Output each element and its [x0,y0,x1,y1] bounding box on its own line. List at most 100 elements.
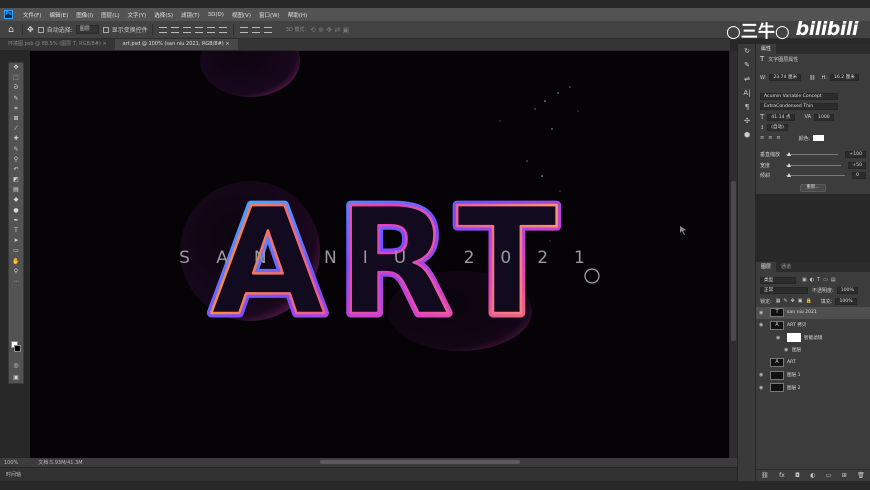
filter-icons[interactable]: ▣◐T▭▤ [802,277,839,283]
distribute-v-icon[interactable] [263,26,272,33]
eraser-icon[interactable]: ◩ [9,175,23,185]
width-slider-field[interactable]: +50 [848,161,866,169]
3d-icon[interactable]: ⬢ [738,128,756,142]
font-size-field[interactable]: 41.14 点 [767,113,795,121]
horizontal-scrollbar[interactable] [320,460,520,464]
distribute-icon[interactable] [239,26,248,33]
glyph-icon[interactable]: ✣ [738,114,756,128]
tab-art[interactable]: art.psd @ 100% (san niu 2021, RGB/8#) × [114,39,238,50]
3d-rotate-icon[interactable]: ⟲ ⊕ ✥ ⇄ ▣ [310,26,349,34]
gradient-icon[interactable]: ▤ [9,185,23,195]
paragraph-icon[interactable]: ¶ [738,100,756,114]
history-brush-icon[interactable]: ↶ [9,165,23,175]
scroll-thumb[interactable] [731,181,736,341]
crop-icon[interactable]: ⌗ [9,104,23,114]
hand-icon[interactable]: ✋ [9,257,23,267]
menu-window[interactable]: 窗口(W) [255,11,284,19]
tab-environment[interactable]: 环境图.psb @ 88.5% (图层 7, RGB/8#) × [0,39,115,50]
visibility-eye-icon[interactable]: ◉ [759,310,767,316]
tab-channels[interactable]: 通道 [776,262,796,272]
menu-layer[interactable]: 图层(L) [97,11,123,19]
layer-row[interactable]: ◉ 图层 [756,344,870,357]
layer-row[interactable]: ◉ 图层 2 [756,382,870,395]
align-center-icon[interactable] [206,26,215,33]
slider-knob[interactable] [787,173,791,178]
menu-select[interactable]: 选择(S) [150,11,177,19]
menu-file[interactable]: 文件(F) [19,11,45,19]
shape-icon[interactable]: ▭ [9,246,23,256]
text-align-icon[interactable]: ≡≡≡ [760,135,785,141]
slider-knob[interactable] [787,152,791,157]
auto-select-dropdown[interactable]: 图层 [75,25,99,34]
align-middle-icon[interactable] [170,26,179,33]
auto-select-checkbox[interactable] [37,26,44,33]
visibility-eye-icon[interactable]: ◉ [759,372,767,378]
kind-filter-dropdown[interactable]: 类型 [760,276,796,284]
layer-row[interactable]: ◉ A ART 拷贝 [756,319,870,332]
fx-icon[interactable]: fx [779,472,785,479]
visibility-eye-icon[interactable]: ◉ [759,385,767,391]
align-right-icon[interactable] [218,26,227,33]
visibility-eye-icon[interactable]: ◉ [776,335,784,341]
lasso-icon[interactable]: ᘐ [9,83,23,93]
layer-row[interactable]: A ART [756,357,870,370]
history-icon[interactable]: ↻ [738,44,756,58]
document-canvas[interactable]: ART ART SAN NIU 2021 [30,51,729,458]
distribute-h-icon[interactable] [251,26,260,33]
frame-icon[interactable]: ⊠ [9,114,23,124]
blur-icon[interactable]: ◆ [9,195,23,205]
menu-edit[interactable]: 编辑(E) [45,11,72,19]
quick-select-icon[interactable]: ✎ [9,94,23,104]
slider-knob[interactable] [787,162,791,167]
font-family-dropdown[interactable]: Acumin Variable Concept [760,92,838,100]
zoom-icon[interactable]: ⚲ [9,267,23,277]
fill-field[interactable]: 100% [835,297,857,305]
type-icon[interactable]: T [9,226,23,236]
adjust-icon[interactable]: ⇌ [738,72,756,86]
brush-settings-icon[interactable]: ✎ [738,58,756,72]
eyedropper-icon[interactable]: ⁄ [9,124,23,134]
menu-view[interactable]: 视图(V) [228,11,255,19]
mask-icon[interactable]: ◘ [795,472,800,479]
link-icon[interactable]: ⛓ [761,472,769,479]
leading-field[interactable]: (自动) [767,124,788,132]
healing-icon[interactable]: ✚ [9,134,23,144]
more-tools-icon[interactable]: ⋯ [9,277,23,287]
background-color-swatch[interactable] [14,345,21,352]
height-field[interactable]: 16.2 厘米 [829,74,859,82]
trash-icon[interactable]: 🗑 [857,472,865,479]
tab-properties[interactable]: 属性 [756,44,777,54]
width-slider[interactable] [786,162,842,167]
slant-slider[interactable] [786,173,845,178]
blend-mode-dropdown[interactable]: 正常 [760,287,808,295]
quick-mask-icon[interactable]: ◎ [9,361,23,371]
text-color-swatch[interactable] [813,135,825,142]
vscale-slider[interactable] [786,152,839,157]
chain-icon[interactable]: ⛓ [809,75,815,81]
visibility-eye-icon[interactable]: ◉ [784,347,792,353]
screen-mode-icon[interactable]: ▣ [9,373,23,383]
marquee-icon[interactable]: ⬚ [9,73,23,83]
tracking-field[interactable]: 1000 [814,113,834,121]
align-left-icon[interactable] [194,26,203,33]
home-icon[interactable]: ⌂ [4,25,18,35]
pen-icon[interactable]: ✒ [9,216,23,226]
tab-layers[interactable]: 图层 [756,262,777,272]
brush-icon[interactable]: ✎ [9,145,23,155]
layer-row[interactable]: ◉ 智能滤镜 [756,332,870,345]
align-top-icon[interactable] [158,26,167,33]
path-select-icon[interactable]: ➤ [9,236,23,246]
vertical-scrollbar[interactable] [730,51,737,458]
width-field[interactable]: 23.74 厘米 [769,74,802,82]
opacity-field[interactable]: 100% [836,287,858,295]
show-transform-checkbox[interactable] [102,26,109,33]
character-icon[interactable]: A| [738,86,756,100]
layer-row[interactable]: ◉ 图层 1 [756,369,870,382]
menu-help[interactable]: 帮助(H) [284,11,311,19]
vscale-field[interactable]: +100 [845,151,866,159]
layer-row[interactable]: ◉ T san niu 2021 [756,306,870,319]
reset-button[interactable]: 重新... [800,184,826,193]
menu-filter[interactable]: 滤镜(T) [177,11,204,19]
group-icon[interactable]: ▭ [826,472,832,479]
move-icon[interactable]: ✥ [9,63,23,73]
